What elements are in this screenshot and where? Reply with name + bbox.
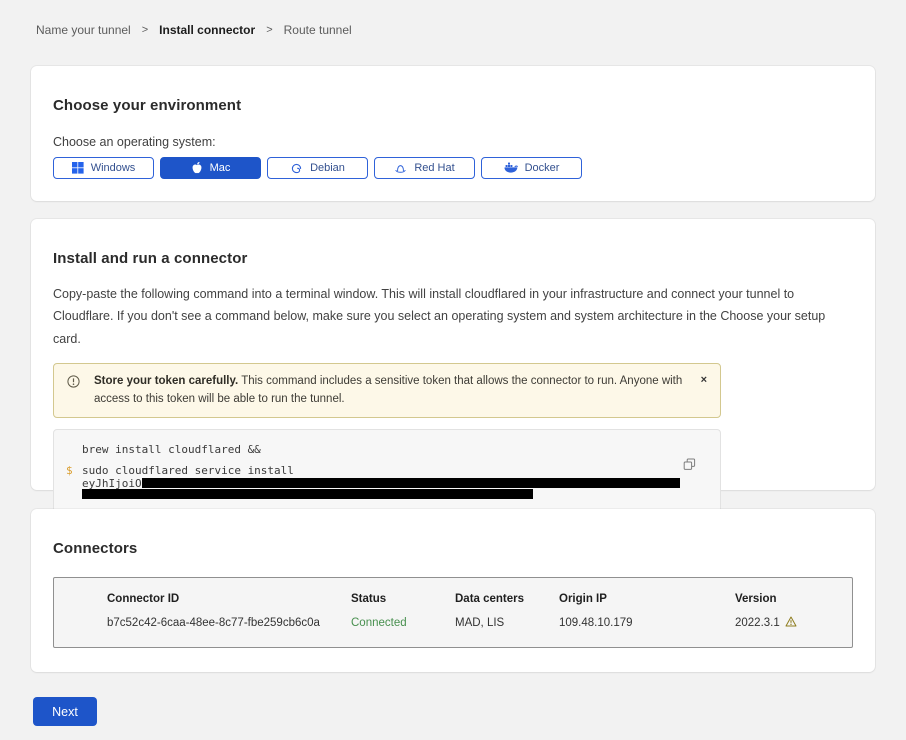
windows-icon: [72, 162, 84, 174]
environment-card-title: Choose your environment: [53, 66, 853, 114]
os-button-redhat[interactable]: Red Hat: [374, 157, 475, 179]
warning-triangle-icon: [785, 616, 797, 630]
alert-circle-icon: [67, 375, 80, 394]
version-cell: 2022.3.1: [735, 616, 852, 630]
connectors-card-title: Connectors: [53, 509, 853, 557]
token-redaction-bar: [82, 489, 533, 499]
os-button-debian[interactable]: Debian: [267, 157, 368, 179]
token-redaction-bar: [142, 478, 680, 488]
column-data-centers: Data centers: [455, 593, 559, 605]
token-warning-banner: Store your token carefully. This command…: [53, 363, 721, 418]
connectors-card: Connectors Connector ID Status Data cent…: [31, 509, 875, 672]
table-row: b7c52c42-6caa-48ee-8c77-fbe259cb6c0a Con…: [107, 616, 852, 630]
warning-title: Store your token carefully.: [94, 375, 238, 387]
os-button-mac[interactable]: Mac: [160, 157, 261, 179]
breadcrumb-step-route-tunnel[interactable]: Route tunnel: [284, 23, 352, 37]
column-version: Version: [735, 593, 852, 605]
breadcrumb-separator: >: [142, 24, 148, 36]
debian-icon: [290, 162, 303, 175]
breadcrumb-separator: >: [266, 24, 272, 36]
docker-icon: [504, 162, 518, 174]
command-line-1: brew install cloudflared &&: [82, 443, 680, 456]
apple-icon: [191, 161, 203, 175]
os-button-group: Windows Mac Debian Red Hat: [53, 157, 853, 179]
install-connector-card: Install and run a connector Copy-paste t…: [31, 219, 875, 490]
command-line-2: sudo cloudflared service install: [82, 464, 680, 477]
os-button-label: Red Hat: [414, 162, 454, 174]
os-button-docker[interactable]: Docker: [481, 157, 582, 179]
breadcrumb-step-install-connector[interactable]: Install connector: [159, 23, 255, 37]
os-button-windows[interactable]: Windows: [53, 157, 154, 179]
data-centers-cell: MAD, LIS: [455, 617, 559, 629]
redhat-icon: [394, 162, 407, 175]
breadcrumb: Name your tunnel > Install connector > R…: [36, 23, 352, 37]
os-select-label: Choose an operating system:: [53, 135, 853, 149]
os-button-label: Debian: [310, 162, 345, 174]
token-prefix: eyJhIjoiO: [82, 478, 142, 489]
breadcrumb-step-name-tunnel[interactable]: Name your tunnel: [36, 23, 131, 37]
os-button-label: Windows: [91, 162, 136, 174]
install-card-title: Install and run a connector: [53, 219, 853, 267]
close-icon[interactable]: ×: [701, 375, 707, 386]
status-badge: Connected: [351, 617, 455, 629]
os-button-label: Mac: [210, 162, 231, 174]
column-status: Status: [351, 593, 455, 605]
install-description: Copy-paste the following command into a …: [53, 283, 853, 350]
os-button-label: Docker: [525, 162, 560, 174]
shell-prompt: $: [66, 464, 73, 477]
copy-command-button[interactable]: [683, 458, 696, 471]
next-button[interactable]: Next: [33, 697, 97, 726]
table-header-row: Connector ID Status Data centers Origin …: [107, 593, 852, 605]
version-value: 2022.3.1: [735, 617, 780, 629]
token-line: eyJhIjoiO: [82, 478, 680, 489]
column-origin-ip: Origin IP: [559, 593, 735, 605]
connector-id-cell: b7c52c42-6caa-48ee-8c77-fbe259cb6c0a: [107, 617, 351, 629]
connectors-table: Connector ID Status Data centers Origin …: [53, 577, 853, 648]
install-command-block: brew install cloudflared && $ sudo cloud…: [53, 429, 721, 513]
choose-environment-card: Choose your environment Choose an operat…: [31, 66, 875, 201]
column-connector-id: Connector ID: [107, 593, 351, 605]
origin-ip-cell: 109.48.10.179: [559, 617, 735, 629]
